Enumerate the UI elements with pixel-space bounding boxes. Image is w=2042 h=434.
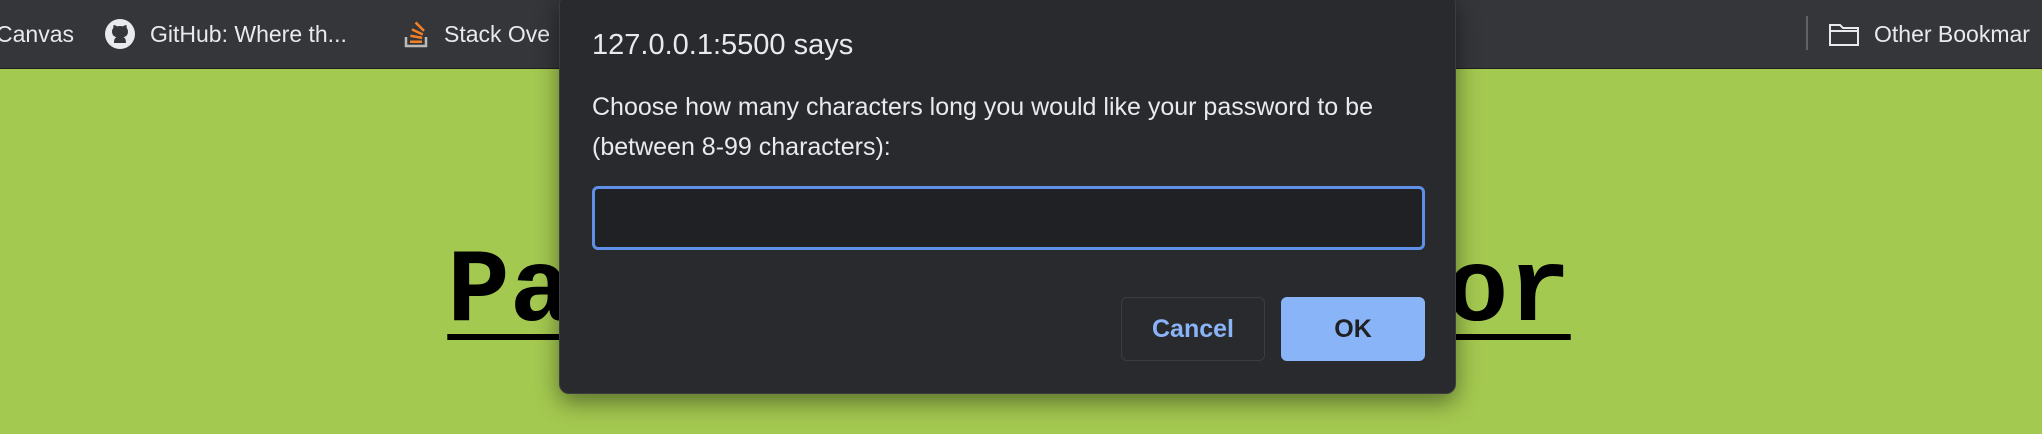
bookmark-label: Stack Ove <box>444 20 551 47</box>
other-bookmarks-label: Other Bookmar <box>1874 20 2030 47</box>
bookmark-canvas[interactable]: Canvas <box>0 0 74 68</box>
dialog-message: Choose how many characters long you woul… <box>592 93 1373 161</box>
bookmark-label: Canvas <box>0 20 74 47</box>
page-title-visible-right: or <box>1445 234 1571 352</box>
bookmark-label: GitHub: Where th... <box>150 20 347 47</box>
ok-button[interactable]: OK <box>1281 297 1425 361</box>
page-title-visible-left: Pa <box>447 234 573 352</box>
browser-viewport: Canvas GitHub: Where th... Stack Ove Oth… <box>0 0 2042 434</box>
stack-overflow-icon <box>404 20 430 48</box>
password-length-input[interactable] <box>592 186 1425 250</box>
cancel-button[interactable]: Cancel <box>1121 297 1265 361</box>
bookmark-stack-overflow[interactable]: Stack Ove <box>404 0 550 68</box>
other-bookmarks[interactable]: Other Bookmar <box>1828 0 2030 68</box>
dialog-title: 127.0.0.1:5500 says <box>592 29 854 61</box>
bookmarks-separator <box>1806 16 1808 50</box>
folder-icon <box>1828 21 1860 47</box>
prompt-dialog: 127.0.0.1:5500 says Choose how many char… <box>559 0 1456 394</box>
github-icon <box>104 18 136 50</box>
bookmark-github[interactable]: GitHub: Where th... <box>104 0 347 68</box>
